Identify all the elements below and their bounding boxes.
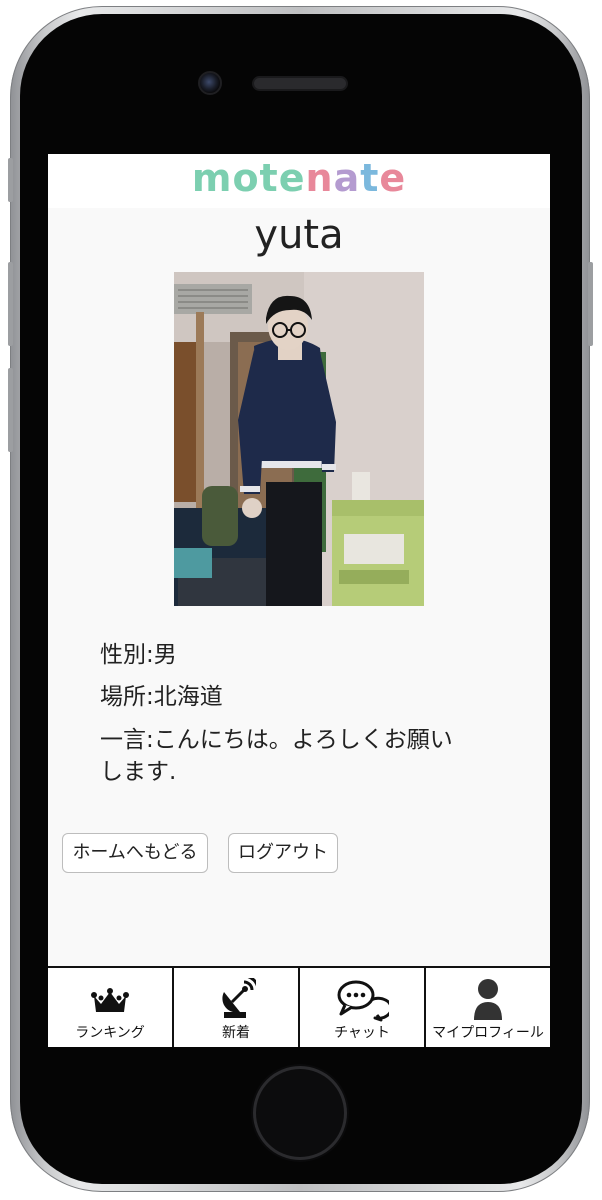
profile-name: yuta <box>254 212 344 258</box>
logo-letter: m <box>191 156 233 200</box>
chat-bubbles-icon <box>300 978 424 1022</box>
home-back-button[interactable]: ホームへもどる <box>62 833 208 873</box>
tab-myprofile-label: マイプロフィール <box>432 1025 544 1041</box>
power-button <box>588 262 593 346</box>
tab-myprofile[interactable]: マイプロフィール <box>426 968 550 1047</box>
profile-photo <box>174 272 424 606</box>
logo-letter: o <box>232 156 260 200</box>
tab-chat-label: チャット <box>334 1025 390 1041</box>
logo-letter: e <box>379 156 407 200</box>
tab-new[interactable]: 新着 <box>174 968 300 1047</box>
profile-info: 性別:男 場所:北海道 一言:こんにちは。よろしくお願い します. <box>100 634 500 788</box>
logout-button[interactable]: ログアウト <box>228 833 338 873</box>
earpiece-speaker <box>254 78 346 89</box>
front-camera <box>198 71 222 95</box>
tab-ranking[interactable]: ランキング <box>48 968 174 1047</box>
profile-location: 場所:北海道 <box>100 684 223 710</box>
logo-letter: t <box>259 156 279 200</box>
volume-up-button <box>8 262 13 346</box>
app-screen: motenate yuta 性別:男 場所:北海道 一言:こんにちは。よろしくお… <box>48 154 550 1047</box>
satellite-dish-icon <box>174 974 298 1020</box>
app-header: motenate <box>48 154 550 208</box>
logo-letter: e <box>278 156 306 200</box>
tab-chat[interactable]: チャット <box>300 968 426 1047</box>
profile-gender: 性別:男 <box>100 642 177 668</box>
tab-ranking-label: ランキング <box>75 1025 145 1041</box>
logo-letter: n <box>305 156 334 200</box>
profile-message-line2: します. <box>100 759 177 785</box>
crown-icon <box>48 978 172 1020</box>
home-button[interactable] <box>256 1069 344 1157</box>
volume-down-button <box>8 368 13 452</box>
bottom-tab-bar: ランキング 新着 チャット マイプロフィール <box>48 966 550 1047</box>
logo-letter: a <box>333 156 361 200</box>
app-logo[interactable]: motenate <box>192 156 406 200</box>
profile-message-line1: 一言:こんにちは。よろしくお願い <box>100 727 453 753</box>
logo-letter: t <box>360 156 380 200</box>
mute-switch <box>8 158 13 202</box>
tab-new-label: 新着 <box>222 1025 250 1041</box>
person-icon <box>426 978 550 1020</box>
